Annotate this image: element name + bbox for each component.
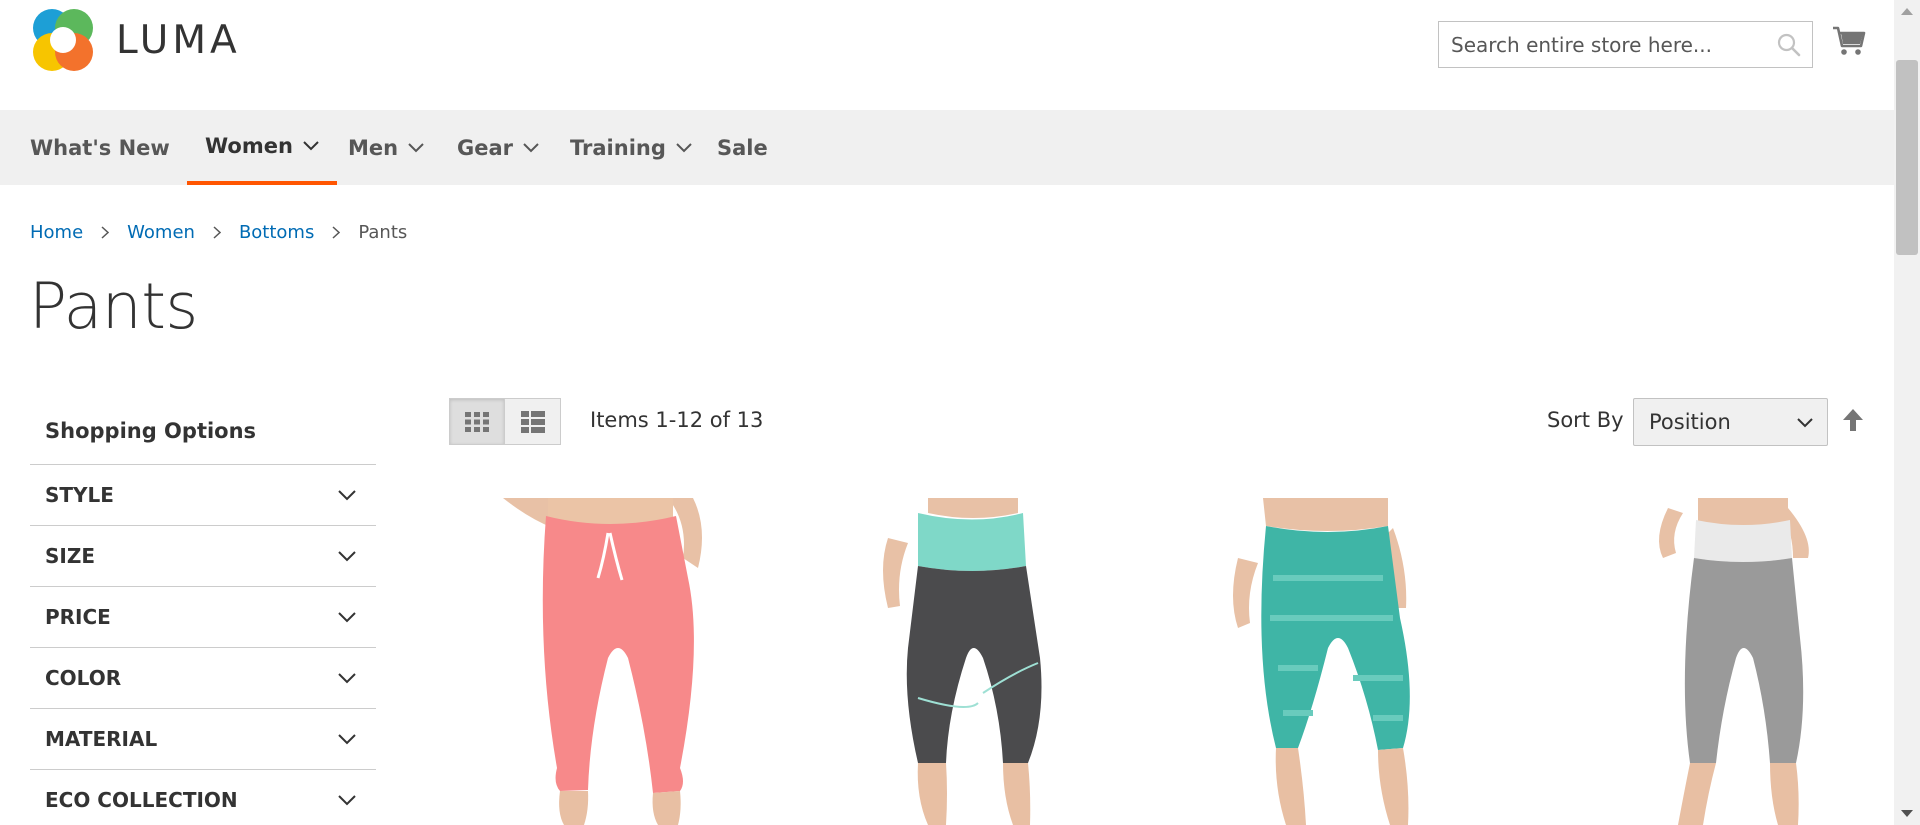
sort-by-value: Position (1649, 410, 1731, 434)
filter-color[interactable]: COLOR (30, 648, 376, 709)
toolbar-amount: Items 1-12 of 13 (590, 408, 764, 432)
filter-label: STYLE (45, 483, 114, 507)
chevron-right-icon (195, 226, 239, 239)
filter-style[interactable]: STYLE (30, 465, 376, 526)
sort-by-select[interactable]: Position (1633, 398, 1828, 446)
breadcrumb-link-bottoms[interactable]: Bottoms (239, 222, 314, 243)
chevron-down-icon (676, 142, 692, 152)
scrollbar-thumb[interactable] (1896, 60, 1918, 255)
scroll-up-arrow-icon[interactable] (1901, 8, 1913, 15)
product-item[interactable] (458, 498, 778, 825)
filter-label: PRICE (45, 605, 111, 629)
filter-material[interactable]: MATERIAL (30, 709, 376, 770)
search-input[interactable] (1439, 22, 1759, 67)
filter-eco-collection[interactable]: ECO COLLECTION (30, 770, 376, 825)
filter-label: COLOR (45, 666, 122, 690)
chevron-down-icon (338, 550, 356, 561)
main-navigation: What's New Women Men Gear Training Sale (0, 110, 1894, 185)
search-icon[interactable] (1776, 32, 1802, 58)
breadcrumb-current: Pants (358, 222, 408, 243)
view-mode-switcher (449, 398, 561, 445)
scroll-down-arrow-icon[interactable] (1901, 810, 1913, 817)
chevron-right-icon (314, 226, 358, 239)
filter-label: ECO COLLECTION (45, 788, 238, 812)
nav-item-label: Training (570, 135, 666, 160)
nav-item-label: What's New (30, 135, 170, 160)
chevron-down-icon (303, 140, 319, 150)
chevron-down-icon (523, 142, 539, 152)
chevron-down-icon (338, 733, 356, 744)
pink-capri-sweatpants-image[interactable] (458, 498, 778, 825)
nav-item-women[interactable]: Women (187, 110, 337, 185)
nav-item-gear[interactable]: Gear (457, 110, 539, 185)
page-title: Pants (29, 270, 198, 343)
nav-item-label: Men (348, 135, 399, 160)
grid-view-icon[interactable] (449, 398, 505, 445)
chevron-down-icon (338, 794, 356, 805)
sort-by-label: Sort By (1547, 408, 1624, 432)
chevron-down-icon (338, 489, 356, 500)
breadcrumb-link-home[interactable]: Home (30, 222, 83, 243)
luma-logo-icon (30, 6, 96, 74)
nav-item-label: Gear (457, 135, 514, 160)
nav-item-whats-new[interactable]: What's New (30, 110, 170, 185)
breadcrumb-link-women[interactable]: Women (127, 222, 195, 243)
store-logo[interactable]: LUMA (30, 6, 241, 74)
nav-item-sale[interactable]: Sale (717, 110, 768, 185)
filter-size[interactable]: SIZE (30, 526, 376, 587)
charcoal-capri-leggings-mint-waistband-image[interactable] (818, 498, 1138, 825)
logo-text: LUMA (116, 17, 241, 63)
nav-item-label: Sale (717, 135, 768, 160)
breadcrumb: Home Women Bottoms Pants (30, 222, 407, 243)
grey-capri-leggings-white-waistband-image[interactable] (1538, 498, 1858, 825)
chevron-down-icon (338, 611, 356, 622)
list-view-icon[interactable] (505, 398, 561, 445)
search-box (1438, 21, 1813, 68)
filter-label: SIZE (45, 544, 96, 568)
teal-patterned-capri-leggings-image[interactable] (1178, 498, 1498, 825)
chevron-down-icon (1797, 418, 1813, 428)
sort-ascending-arrow-icon[interactable] (1842, 408, 1864, 432)
shopping-options-title: Shopping Options (30, 398, 376, 465)
page-header: LUMA (0, 0, 1894, 110)
product-item[interactable] (1538, 498, 1858, 825)
nav-item-label: Women (205, 133, 293, 158)
nav-item-training[interactable]: Training (570, 110, 692, 185)
shopping-cart-icon[interactable] (1832, 24, 1866, 58)
nav-item-men[interactable]: Men (348, 110, 424, 185)
chevron-right-icon (83, 226, 127, 239)
product-item[interactable] (1178, 498, 1498, 825)
page-scrollbar[interactable] (1894, 0, 1920, 825)
chevron-down-icon (338, 672, 356, 683)
product-item[interactable] (818, 498, 1138, 825)
filter-sidebar: Shopping Options STYLE SIZE PRICE COLOR … (30, 398, 376, 825)
filter-price[interactable]: PRICE (30, 587, 376, 648)
filter-label: MATERIAL (45, 727, 158, 751)
chevron-down-icon (408, 142, 424, 152)
